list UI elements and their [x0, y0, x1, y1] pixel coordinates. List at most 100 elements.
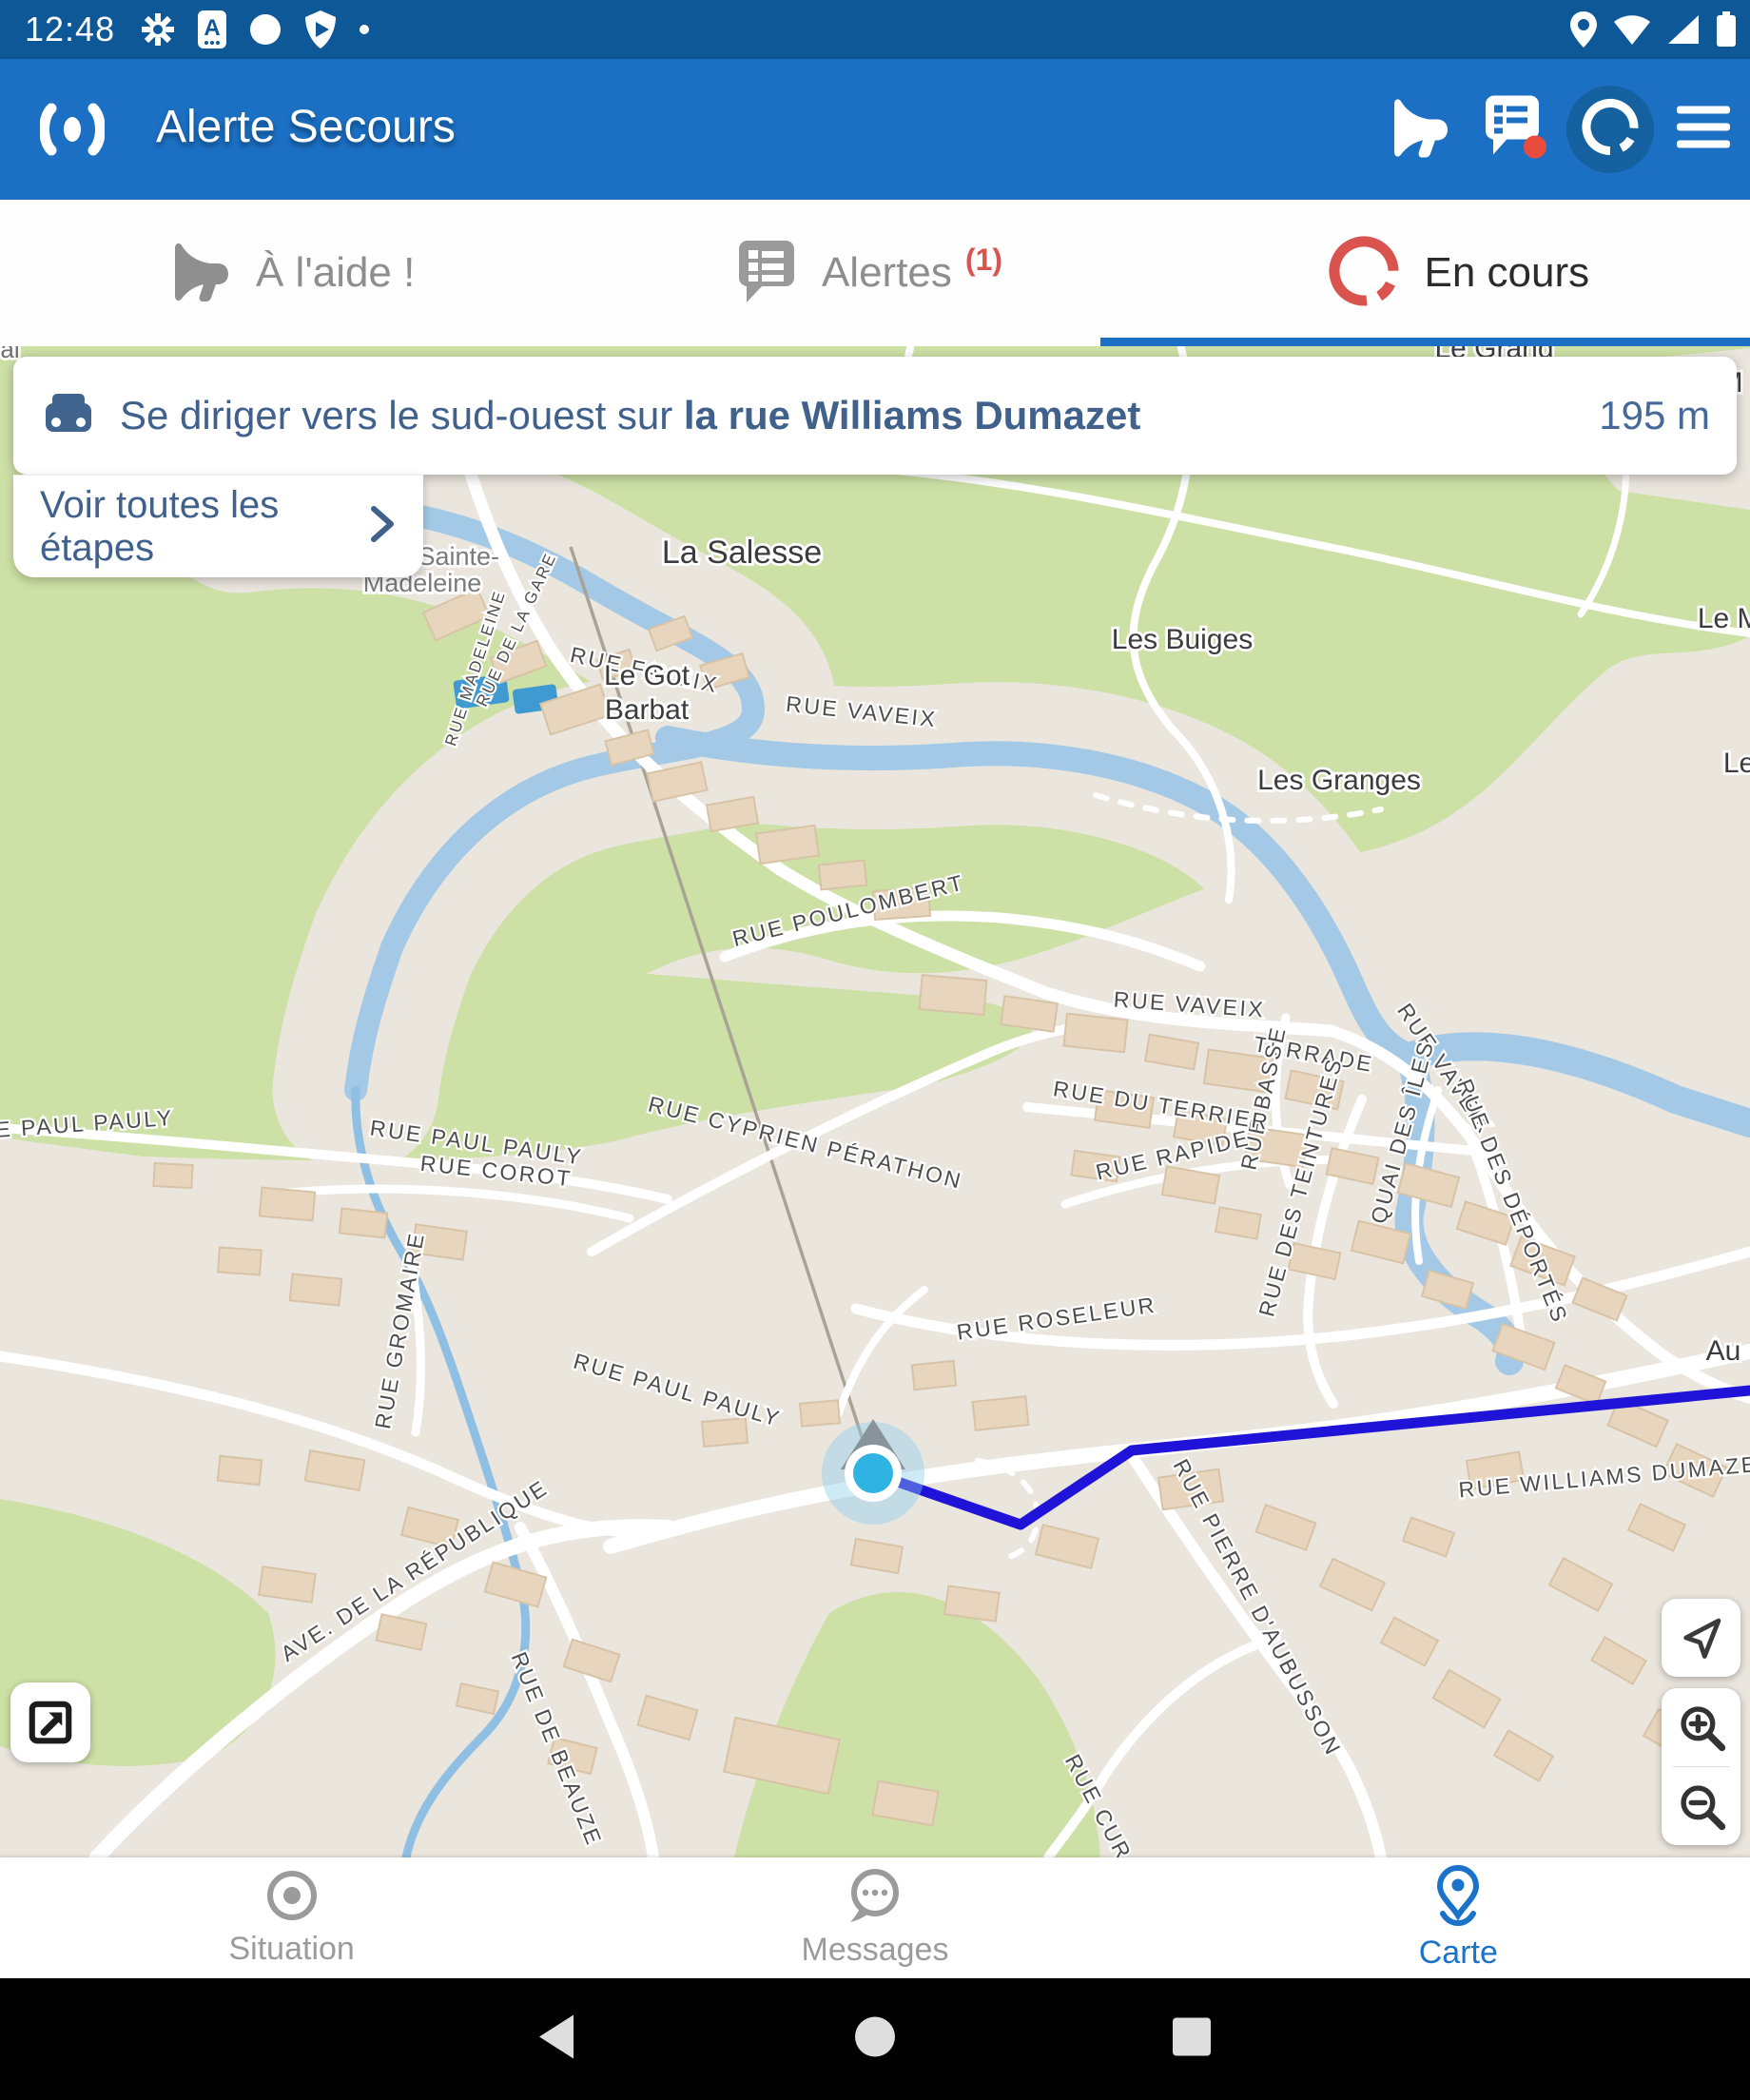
bottom-nav-carte[interactable]: Carte — [1167, 1857, 1750, 1978]
app-title: Alerte Secours — [156, 101, 456, 153]
place-label: Le Marc — [1698, 603, 1750, 634]
location-marker — [822, 1419, 924, 1525]
home-icon[interactable] — [853, 2015, 897, 2064]
status-icons-left: A — [140, 10, 370, 49]
building — [260, 1188, 315, 1221]
progress-ring-icon — [1328, 235, 1400, 312]
building — [1063, 1014, 1127, 1053]
megaphone-icon[interactable] — [1388, 96, 1450, 164]
car-icon — [42, 392, 95, 440]
building — [290, 1274, 342, 1305]
building — [1256, 1505, 1316, 1549]
recents-icon[interactable] — [1171, 2016, 1213, 2063]
signal-icon — [1666, 13, 1701, 46]
building — [1549, 1558, 1612, 1610]
building — [1001, 996, 1058, 1032]
building — [218, 1456, 262, 1485]
building — [1591, 1637, 1645, 1683]
bottom-nav-label: Carte — [1419, 1935, 1498, 1972]
instruction-road: la rue Williams Dumazet — [684, 393, 1140, 438]
tab-label: En cours — [1425, 249, 1590, 297]
building — [1403, 1518, 1454, 1557]
target-icon — [264, 1868, 320, 1923]
street-label: RUE CYPRIEN PÉRATHON — [646, 1092, 965, 1194]
tab-label: À l'aide ! — [256, 249, 415, 297]
bottom-nav-label: Situation — [229, 1931, 355, 1968]
place-label: Les Granges — [1257, 765, 1421, 796]
building — [218, 1247, 262, 1274]
chevron-right-icon — [366, 503, 399, 550]
a-app-icon: A — [197, 10, 227, 49]
dot-icon — [359, 24, 370, 35]
bottom-nav-messages[interactable]: Messages — [583, 1857, 1166, 1978]
map-pin-icon — [1429, 1864, 1487, 1927]
tab-en-cours[interactable]: En cours — [1167, 200, 1750, 346]
building — [377, 1614, 427, 1649]
building — [638, 1696, 698, 1740]
zoom-out-button[interactable] — [1662, 1767, 1740, 1845]
back-icon[interactable] — [535, 2013, 577, 2066]
building — [305, 1450, 365, 1490]
bottom-nav-situation[interactable]: Situation — [0, 1857, 583, 1978]
clock: 12:48 — [25, 10, 115, 49]
place-label: Les Buiges — [1112, 624, 1253, 655]
status-bar: 12:48 A — [0, 0, 1750, 59]
app-screen: 12:48 A — [0, 0, 1750, 2100]
building — [973, 1396, 1029, 1430]
alert-list-icon — [736, 238, 797, 309]
distance-to-step: 195 m — [1599, 393, 1710, 438]
zoom-controls — [1662, 1688, 1740, 1845]
chat-notification-icon[interactable] — [1480, 92, 1548, 167]
tab-alertes[interactable]: Alertes (1) — [583, 200, 1166, 346]
menu-icon[interactable] — [1677, 107, 1730, 153]
building — [1433, 1670, 1501, 1727]
street-label: RUE PIERRE D'AUBUSSON — [1169, 1455, 1347, 1760]
building — [1381, 1618, 1438, 1666]
android-navigation-bar — [0, 1978, 1750, 2100]
building — [702, 1418, 748, 1447]
building — [920, 975, 987, 1015]
shield-play-icon — [303, 10, 338, 49]
sync-spinner-icon[interactable] — [1580, 97, 1641, 163]
building — [851, 1539, 903, 1573]
status-icons-right — [1569, 0, 1737, 59]
speech-bubble-icon — [846, 1867, 904, 1924]
active-tab-indicator — [1100, 338, 1750, 346]
all-steps-button[interactable]: Voir toutes les étapes — [13, 475, 423, 577]
instruction-text: Se diriger vers le sud-ouest sur la rue … — [120, 393, 1599, 438]
alerte-secours-logo-icon — [40, 99, 105, 165]
app-bar: Alerte Secours — [0, 59, 1750, 200]
building — [340, 1209, 387, 1238]
building — [1145, 1035, 1198, 1070]
open-external-icon — [24, 1696, 77, 1749]
all-steps-label: Voir toutes les étapes — [40, 484, 366, 570]
place-label: La Salesse — [662, 535, 822, 571]
building — [912, 1361, 956, 1390]
alert-count-badge: (1) — [965, 243, 1002, 278]
open-fullscreen-button[interactable] — [10, 1682, 90, 1762]
zoom-in-magnifier-icon — [1676, 1701, 1727, 1753]
building — [153, 1163, 192, 1188]
building — [564, 1640, 620, 1682]
building — [1556, 1365, 1605, 1404]
building — [819, 861, 866, 890]
svg-text:A: A — [204, 15, 220, 41]
place-label: Les — [1723, 748, 1750, 779]
building — [259, 1566, 316, 1603]
tab-a-laide[interactable]: À l'aide ! — [0, 200, 583, 346]
building — [944, 1585, 1000, 1621]
navigation-arrow-icon — [1677, 1613, 1726, 1662]
navigation-instruction-card: Se diriger vers le sud-ouest sur la rue … — [13, 357, 1737, 475]
tab-bar: À l'aide ! Alertes (1) En cours — [0, 200, 1750, 346]
zoom-out-magnifier-icon — [1676, 1780, 1727, 1832]
building — [1320, 1559, 1385, 1610]
place-label: Au — [1706, 1335, 1741, 1367]
zoom-in-button[interactable] — [1662, 1688, 1740, 1766]
circle-icon — [248, 12, 282, 47]
building — [1036, 1525, 1099, 1568]
gear-icon — [140, 11, 176, 48]
locate-me-button[interactable] — [1662, 1599, 1740, 1677]
location-pin-icon — [1569, 10, 1598, 49]
building — [1494, 1731, 1553, 1781]
place-label: Le Got — [604, 660, 690, 691]
